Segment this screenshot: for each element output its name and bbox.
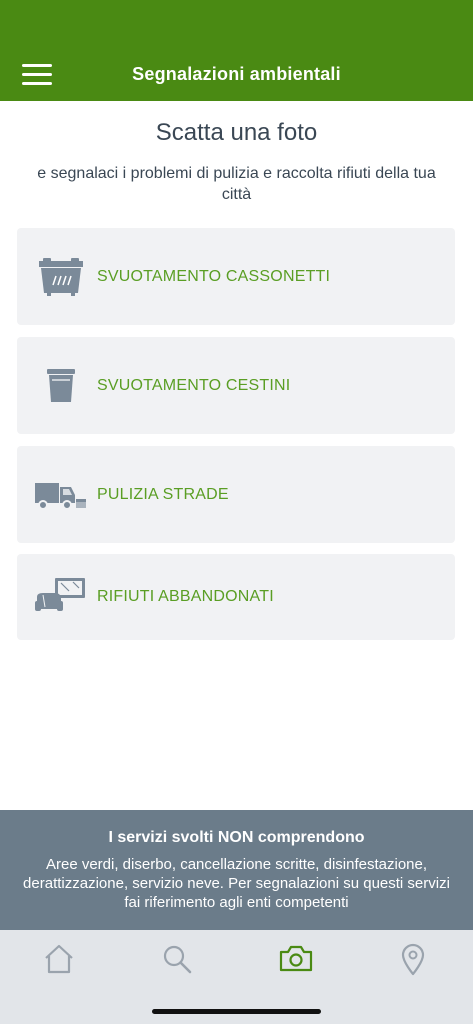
notice-text: Aree verdi, diserbo, cancellazione scrit… bbox=[23, 856, 450, 911]
app-header: Segnalazioni ambientali bbox=[0, 0, 473, 101]
page-title: Segnalazioni ambientali bbox=[132, 64, 341, 84]
street-sweeper-truck-icon bbox=[35, 482, 86, 510]
home-indicator bbox=[152, 1009, 321, 1014]
category-card-svuotamento-cassonetti[interactable]: SVUOTAMENTO CASSONETTI bbox=[17, 228, 455, 325]
services-notice: I servizi svolti NON comprendono Aree ve… bbox=[0, 810, 473, 930]
notice-title: I servizi svolti NON comprendono bbox=[108, 829, 365, 846]
camera-icon[interactable] bbox=[278, 942, 314, 976]
category-label: SVUOTAMENTO CESTINI bbox=[97, 376, 291, 394]
category-label: PULIZIA STRADE bbox=[97, 485, 229, 503]
location-pin-icon[interactable] bbox=[395, 942, 431, 976]
home-icon[interactable] bbox=[41, 942, 77, 976]
trash-bin-icon bbox=[47, 368, 75, 402]
category-card-svuotamento-cestini[interactable]: SVUOTAMENTO CESTINI bbox=[17, 337, 455, 434]
search-icon[interactable] bbox=[159, 942, 195, 976]
category-card-pulizia-strade[interactable]: PULIZIA STRADE bbox=[17, 446, 455, 543]
category-card-rifiuti-abbandonati[interactable]: RIFIUTI ABBANDONATI bbox=[17, 554, 455, 640]
section-subheading: e segnalaci i problemi di pulizia e racc… bbox=[37, 165, 436, 203]
category-label: RIFIUTI ABBANDONATI bbox=[97, 588, 274, 605]
section-heading: Scatta una foto bbox=[155, 119, 318, 146]
dumpster-icon bbox=[39, 257, 83, 296]
abandoned-waste-icon bbox=[35, 578, 85, 611]
category-label: SVUOTAMENTO CASSONETTI bbox=[97, 267, 331, 285]
